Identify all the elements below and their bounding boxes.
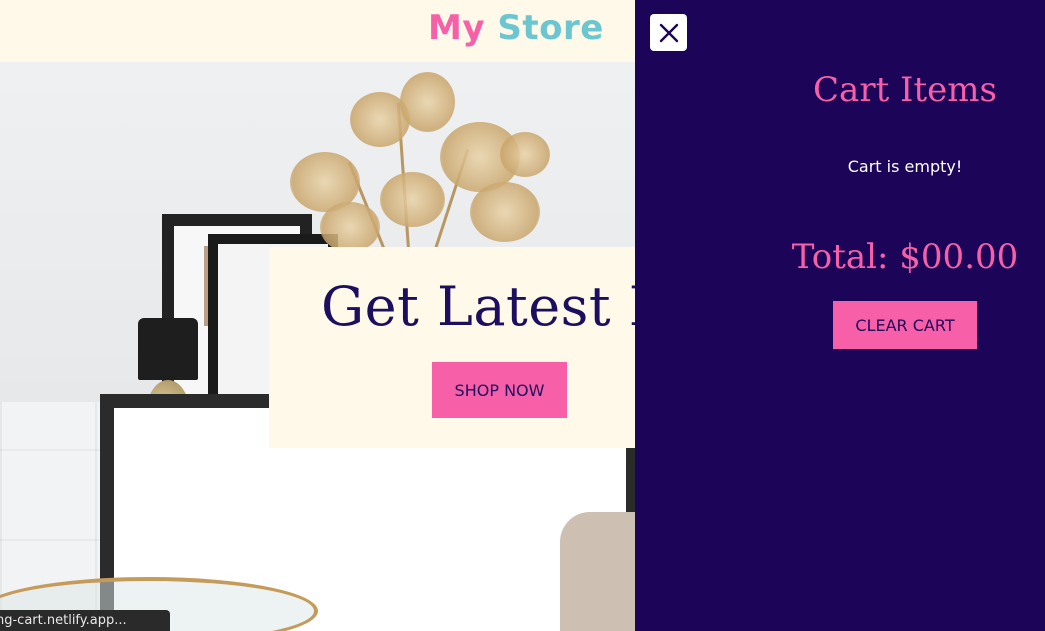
plant-leaf: [500, 132, 550, 177]
logo-my: My: [428, 8, 485, 48]
store-logo[interactable]: My Store: [428, 8, 604, 48]
shop-now-button[interactable]: SHOP NOW: [432, 362, 567, 418]
chair: [560, 512, 640, 631]
close-cart-button[interactable]: [650, 14, 687, 51]
cart-sidebar: Cart Items Cart is empty! Total: $00.00 …: [635, 0, 1045, 631]
clear-cart-button[interactable]: CLEAR CART: [833, 301, 977, 349]
plant-leaf: [380, 172, 445, 227]
plant-leaf: [400, 72, 455, 132]
cart-title: Cart Items: [813, 70, 997, 110]
cart-empty-message: Cart is empty!: [847, 157, 963, 176]
cart-total: Total: $00.00: [791, 237, 1019, 277]
logo-store: Store: [497, 8, 604, 48]
page: My Store Get Latest Items SHOP NOW Cart …: [0, 0, 1045, 631]
status-bar-url: ng-cart.netlify.app...: [0, 610, 170, 631]
plant-leaf: [320, 202, 380, 252]
close-icon: [659, 23, 678, 42]
lamp-shade: [138, 318, 198, 380]
plant-leaf: [470, 182, 540, 242]
